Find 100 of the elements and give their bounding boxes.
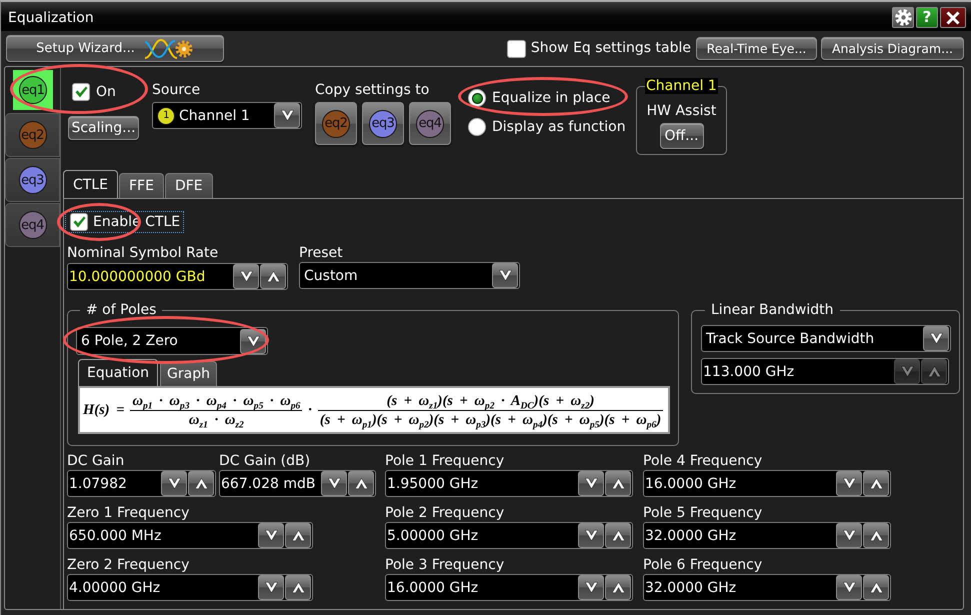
checkbox[interactable]	[70, 213, 88, 231]
dropdown-button[interactable]	[274, 103, 300, 128]
copy-to-button[interactable]: eq4	[409, 102, 451, 145]
chevron-up-icon	[354, 478, 368, 489]
number-field[interactable]: 1.07982	[67, 470, 216, 497]
scaling-button[interactable]: Scaling...	[68, 116, 139, 140]
fraction-denominator: (s + ω$_{p1}$)(s + ω$_{p2}$)(s + ω$_{p3}$)(s + ω$_{p4}$)(s + ω$_{p5}$)(s + ω$_{p6}$)	[318, 410, 662, 428]
increment-button[interactable]	[188, 471, 214, 496]
checkbox-label[interactable]: On	[96, 84, 116, 100]
increment-button[interactable]	[863, 471, 889, 496]
group-label: # of Poles	[85, 302, 158, 318]
increment-button[interactable]	[605, 523, 631, 548]
field-label: Pole 5 Frequency	[643, 505, 762, 522]
chevron-up-icon	[928, 366, 940, 377]
field-label: Source	[152, 82, 200, 99]
dropdown-button[interactable]	[492, 263, 518, 288]
field-label: Pole 1 Frequency	[385, 453, 504, 470]
decrement-button[interactable]	[836, 523, 862, 548]
chevron-down-icon	[930, 333, 942, 344]
radio-button[interactable]	[468, 89, 486, 107]
decrement-button[interactable]	[578, 471, 604, 496]
tab[interactable]: Graph	[160, 361, 217, 386]
increment-button[interactable]	[863, 575, 889, 600]
increment-button[interactable]	[285, 575, 311, 600]
tab[interactable]: DFE	[164, 173, 213, 198]
number-field[interactable]: 650.000 MHz	[67, 522, 313, 549]
equalizer-tab[interactable]: eq4	[5, 203, 60, 247]
equation-lhs: H(s) =	[83, 402, 124, 418]
number-field[interactable]: 1.95000 GHz	[385, 470, 633, 497]
decrement-button[interactable]	[161, 471, 187, 496]
increment-button[interactable]	[260, 264, 286, 289]
checkbox[interactable]	[506, 40, 526, 58]
chevron-down-icon	[246, 336, 260, 346]
dropdown[interactable]: 6 Pole, 2 Zero	[76, 327, 268, 355]
decrement-button[interactable]	[233, 264, 259, 289]
tab[interactable]: FFE	[118, 173, 164, 198]
number-field[interactable]: 16.0000 GHz	[643, 470, 891, 497]
number-field[interactable]: 32.0000 GHz	[643, 574, 891, 601]
toolbar-button[interactable]: Real-Time Eye...	[696, 37, 817, 60]
radio-label[interactable]: Display as function	[492, 118, 626, 136]
gear-icon	[894, 9, 912, 26]
increment-button[interactable]	[285, 523, 311, 548]
checkbox-label[interactable]: Show Eq settings table	[530, 40, 691, 57]
channel-legend: Channel 1	[645, 78, 718, 94]
multiply-operator: ·	[308, 402, 312, 418]
decrement-button[interactable]	[578, 575, 604, 600]
chevron-down-icon	[842, 530, 856, 541]
increment-button[interactable]	[605, 575, 631, 600]
chevron-down-icon	[584, 530, 598, 541]
tab[interactable]: CTLE	[63, 170, 118, 198]
group-label: Linear Bandwidth	[710, 302, 834, 318]
close-button[interactable]	[940, 7, 966, 28]
window-title: Equalization	[8, 10, 94, 26]
field-label: Pole 6 Frequency	[643, 557, 762, 574]
equalizer-badge: eq2	[18, 121, 46, 149]
field-label: Preset	[299, 245, 343, 262]
number-field[interactable]: 5.00000 GHz	[385, 522, 633, 549]
chevron-up-icon	[870, 530, 882, 541]
dropdown-button[interactable]	[923, 326, 949, 351]
help-button[interactable]: ?	[916, 7, 938, 28]
number-field[interactable]: 32.0000 GHz	[643, 522, 891, 549]
decrement-button[interactable]	[578, 523, 604, 548]
dropdown[interactable]: Track Source Bandwidth	[701, 325, 951, 352]
copy-to-button[interactable]: eq3	[362, 102, 404, 145]
decrement-button[interactable]	[836, 575, 862, 600]
equalizer-badge: eq2	[322, 110, 350, 138]
chevron-down-icon	[584, 478, 598, 489]
increment-button[interactable]	[605, 471, 631, 496]
number-field[interactable]: 667.028 mdB	[219, 470, 376, 497]
setup-wizard-button[interactable]: Setup Wizard...	[6, 35, 224, 62]
decrement-button[interactable]	[258, 523, 284, 548]
number-field[interactable]: 4.00000 GHz	[67, 574, 313, 601]
equalizer-badge: eq1	[19, 76, 47, 104]
fraction-numerator: (s + ω$_{z1}$)(s + ω$_{p2}$ · A$_{DC}$)(s + ω$_{z2}$)	[386, 392, 596, 410]
checkmark-icon	[74, 86, 88, 98]
decrement-button[interactable]	[258, 575, 284, 600]
decrement-button[interactable]	[321, 471, 347, 496]
chevron-up-icon	[612, 478, 624, 489]
toolbar-button[interactable]: Analysis Diagram...	[821, 37, 964, 60]
equalizer-tab[interactable]: eq3	[5, 158, 60, 202]
dropdown-button[interactable]	[240, 328, 266, 354]
dropdown[interactable]: Custom	[299, 262, 520, 289]
field-label: Nominal Symbol Rate	[67, 245, 218, 262]
settings-button[interactable]	[892, 7, 914, 28]
number-field[interactable]: 16.0000 GHz	[385, 574, 633, 601]
equalizer-badge: eq3	[18, 166, 46, 194]
increment-button[interactable]	[348, 471, 374, 496]
radio-label[interactable]: Equalize in place	[492, 90, 610, 106]
radio-button[interactable]	[468, 118, 486, 136]
increment-button[interactable]	[863, 523, 889, 548]
dropdown[interactable]: 1 Channel 1	[152, 102, 302, 129]
hw-assist-button[interactable]: Off...	[660, 123, 704, 149]
field-label: DC Gain (dB)	[219, 453, 310, 470]
chevron-down-icon	[842, 582, 856, 593]
tab[interactable]: Equation	[78, 359, 158, 386]
chevron-down-icon	[842, 478, 856, 489]
field-label: Copy settings to	[315, 82, 430, 99]
number-field[interactable]: 10.000000000 GBd	[67, 263, 288, 290]
checkbox[interactable]	[72, 83, 90, 101]
decrement-button[interactable]	[836, 471, 862, 496]
